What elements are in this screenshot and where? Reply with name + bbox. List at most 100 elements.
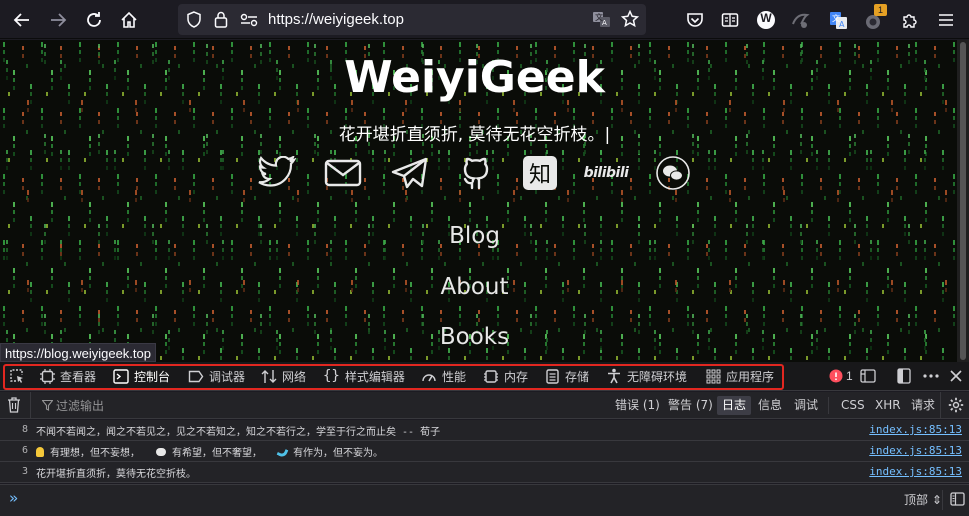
tab-memory[interactable]: 内存 bbox=[483, 362, 528, 390]
dock-position-button[interactable] bbox=[897, 362, 911, 390]
devtools-more-button[interactable] bbox=[923, 362, 939, 390]
email-link[interactable] bbox=[323, 153, 363, 193]
element-picker-button[interactable] bbox=[9, 362, 25, 390]
devtools-close-button[interactable] bbox=[950, 362, 962, 390]
forward-button[interactable] bbox=[46, 8, 70, 32]
message-text: 花开堪折直须折，莫待无花空折枝。 bbox=[36, 469, 196, 480]
console-message: 6 有理想，但不妄想， 有希望，但不奢望， 有作为，但不妄为。 index.js… bbox=[0, 441, 969, 462]
web-page-viewport: WeiyiGeek 花开堪折直须折, 莫待无花空折枝。| 知 bilibili … bbox=[0, 40, 969, 362]
tab-performance-label: 性能 bbox=[442, 369, 467, 384]
error-icon bbox=[829, 369, 843, 383]
filter-warnings-button[interactable]: 警告 (7) bbox=[663, 396, 718, 415]
notification-badge: 1 bbox=[874, 4, 887, 16]
tab-style-editor[interactable]: {} 样式编辑器 bbox=[323, 362, 405, 390]
filter-logs-button[interactable]: 日志 bbox=[717, 396, 752, 415]
close-icon bbox=[950, 370, 962, 382]
tab-style-editor-label: 样式编辑器 bbox=[344, 369, 405, 384]
tab-network[interactable]: 网络 bbox=[261, 362, 306, 390]
site-title: WeiyiGeek bbox=[344, 52, 605, 103]
tab-inspector-label: 查看器 bbox=[60, 369, 97, 384]
settings-divider bbox=[940, 392, 941, 419]
storage-icon bbox=[546, 368, 559, 384]
tab-storage[interactable]: 存储 bbox=[545, 362, 589, 390]
github-link[interactable] bbox=[457, 153, 497, 193]
error-count: 1 bbox=[846, 369, 853, 383]
translate-icon: 文A bbox=[593, 12, 610, 27]
back-button[interactable] bbox=[10, 8, 34, 32]
message-source-link[interactable]: index.js:85:13 bbox=[869, 444, 962, 457]
filter-debug-button[interactable]: 调试 bbox=[789, 396, 823, 415]
console-settings-button[interactable] bbox=[948, 397, 964, 418]
bilibili-link[interactable]: bilibili bbox=[578, 153, 634, 193]
reader-view-button[interactable] bbox=[718, 8, 742, 32]
zhihu-link[interactable]: 知 bbox=[520, 153, 560, 193]
page-scrollbar[interactable] bbox=[957, 40, 969, 362]
notification-extension-button[interactable]: 1 bbox=[862, 4, 887, 32]
dock-icon bbox=[897, 368, 911, 384]
home-icon bbox=[121, 11, 137, 28]
tab-debugger[interactable]: 调试器 bbox=[188, 362, 245, 390]
tab-console[interactable]: 控制台 bbox=[113, 362, 170, 390]
tab-debugger-label: 调试器 bbox=[209, 369, 246, 384]
translator-extension-button[interactable] bbox=[788, 8, 812, 32]
split-pane-icon bbox=[860, 369, 876, 383]
wikipedia-letter: W bbox=[760, 11, 772, 25]
twitter-link[interactable] bbox=[257, 153, 297, 193]
menu-link-about[interactable]: About bbox=[0, 274, 949, 300]
url-bar[interactable]: https://weiyigeek.top 文A bbox=[178, 4, 646, 35]
google-translate-button[interactable]: 文A bbox=[826, 8, 850, 32]
check-swoosh-icon bbox=[276, 446, 289, 459]
reload-button[interactable] bbox=[82, 8, 106, 32]
page-scrollbar-thumb[interactable] bbox=[960, 42, 966, 360]
repeat-count: 3 bbox=[22, 466, 29, 477]
clear-console-button[interactable] bbox=[7, 397, 21, 418]
link-status-tooltip: https://blog.weiyigeek.top bbox=[0, 343, 156, 362]
repeat-count: 8 bbox=[22, 424, 29, 435]
tracking-shield-icon bbox=[187, 11, 201, 28]
filter-info-button[interactable]: 信息 bbox=[753, 396, 787, 415]
console-input-row[interactable]: » 顶部 ⇕ bbox=[0, 484, 969, 516]
message-source-link[interactable]: index.js:85:13 bbox=[869, 423, 962, 436]
extensions-button[interactable] bbox=[898, 8, 922, 32]
message-part-hope: 有希望，但不奢望， bbox=[172, 448, 263, 459]
context-selector[interactable]: 顶部 ⇕ bbox=[904, 491, 942, 508]
message-text: 不闻不若闻之，闻之不若见之，见之不若知之，知之不若行之，学至于行之而止矣 -- … bbox=[36, 427, 441, 438]
telegram-link[interactable] bbox=[390, 153, 430, 193]
menu-link-blog[interactable]: Blog bbox=[0, 223, 949, 249]
pocket-icon bbox=[687, 13, 703, 27]
wikipedia-extension-button[interactable]: W bbox=[754, 8, 778, 32]
filter-xhr-button[interactable]: XHR bbox=[870, 396, 906, 415]
filter-css-button[interactable]: CSS bbox=[836, 396, 870, 415]
filter-requests-button[interactable]: 请求 bbox=[906, 396, 940, 415]
filter-divider bbox=[30, 392, 31, 419]
reload-icon bbox=[87, 12, 101, 27]
app-menu-button[interactable] bbox=[934, 8, 958, 32]
wechat-link[interactable] bbox=[653, 153, 693, 193]
more-dots-icon bbox=[923, 374, 939, 378]
forward-arrow-icon bbox=[51, 13, 67, 27]
tab-application[interactable]: 应用程序 bbox=[706, 362, 774, 390]
message-source-link[interactable]: index.js:85:13 bbox=[869, 465, 962, 478]
pocket-button[interactable] bbox=[683, 8, 707, 32]
tab-inspector[interactable]: 查看器 bbox=[40, 362, 96, 390]
url-text[interactable]: https://weiyigeek.top bbox=[268, 11, 404, 28]
tab-performance[interactable]: 性能 bbox=[421, 362, 466, 390]
svg-text:A: A bbox=[839, 20, 845, 29]
error-count-indicator[interactable]: 1 bbox=[829, 362, 853, 390]
console-icon bbox=[113, 368, 129, 384]
permissions-icon bbox=[240, 13, 258, 27]
puzzle-piece-icon bbox=[903, 14, 917, 28]
memory-icon bbox=[484, 369, 498, 383]
tab-accessibility[interactable]: 无障碍环境 bbox=[606, 362, 687, 390]
prompt-chevron-icon: » bbox=[9, 489, 19, 507]
tab-application-label: 应用程序 bbox=[726, 369, 775, 384]
editor-mode-button[interactable] bbox=[950, 492, 965, 511]
home-button[interactable] bbox=[117, 8, 141, 32]
telegram-icon bbox=[391, 157, 428, 189]
filter-output-input[interactable]: 过滤输出 bbox=[56, 397, 104, 414]
filter-errors-button[interactable]: 错误 (1) bbox=[610, 396, 665, 415]
bookmark-star-icon bbox=[621, 10, 639, 28]
split-console-button[interactable] bbox=[860, 362, 876, 390]
wechat-icon bbox=[656, 156, 690, 190]
lightbulb-icon bbox=[36, 447, 44, 457]
